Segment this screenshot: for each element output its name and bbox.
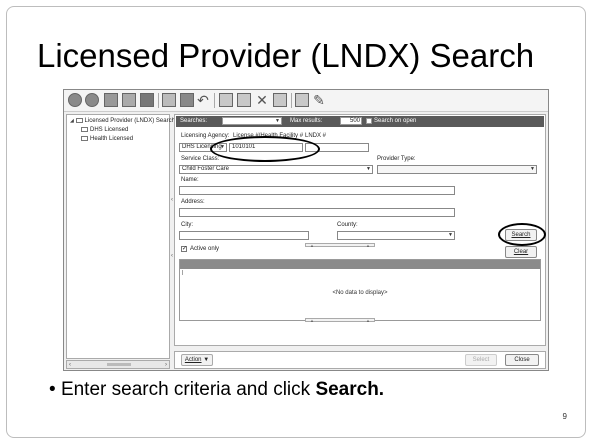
person-icon[interactable] [140, 93, 154, 107]
slide: Licensed Provider (LNDX) Search ↶ ✕ ✎ ◢ [6, 6, 586, 438]
save-icon[interactable] [237, 93, 251, 107]
refresh-icon[interactable] [122, 93, 136, 107]
service-class-label: Service Class: [181, 156, 220, 162]
print-icon[interactable] [219, 93, 233, 107]
name-label: Name: [181, 177, 199, 183]
lower-splitter[interactable]: ▲ ▲ [305, 318, 375, 323]
application-screenshot: ↶ ✕ ✎ ◢ Licensed Provider (LNDX) Search … [63, 89, 549, 371]
city-input[interactable] [179, 231, 309, 240]
folder-icon[interactable] [104, 93, 118, 107]
lndx-label: LNDX # [305, 133, 327, 139]
chevron-down-icon: ▼ [275, 118, 280, 124]
chevron-down-icon: ▼ [448, 232, 453, 238]
calculator-icon[interactable] [295, 93, 309, 107]
folder-icon [81, 136, 88, 141]
scroll-left-icon[interactable]: ‹ [69, 362, 71, 368]
upper-splitter[interactable]: ▲ ▲ [305, 243, 375, 248]
close-button[interactable]: Close [505, 354, 539, 366]
service-class-dropdown[interactable]: Child Foster Care ▼ [179, 165, 373, 174]
action-button[interactable]: Action ▼ [181, 354, 213, 366]
footer-bar: Action ▼ Select Close [174, 351, 546, 369]
max-results-input[interactable]: 500 [340, 117, 362, 125]
slide-title: Licensed Provider (LNDX) Search [37, 37, 535, 74]
page-number: 9 [562, 412, 567, 421]
forward-icon[interactable] [85, 93, 99, 107]
address-input[interactable] [179, 208, 455, 217]
chevron-down-icon: ▼ [366, 166, 371, 172]
tree-item-dhs-licensed[interactable]: DHS Licensed [81, 127, 128, 133]
scroll-right-icon[interactable]: › [165, 362, 167, 368]
tree-item-health-licensed[interactable]: Health Licensed [81, 136, 133, 142]
document-icon[interactable] [162, 93, 176, 107]
instruction-bullet: • Enter search criteria and click Search… [49, 379, 385, 400]
navigation-tree: ◢ Licensed Provider (LNDX) Search DHS Li… [66, 114, 175, 359]
name-input[interactable] [179, 186, 455, 195]
row-indicator: | [182, 270, 184, 276]
active-only-label: Active only [190, 246, 220, 252]
results-grid-header [180, 260, 540, 269]
pin-icon[interactable]: ✎ [312, 93, 326, 107]
provider-type-dropdown[interactable]: ▼ [377, 165, 537, 174]
searches-dropdown[interactable]: ▼ [222, 117, 282, 125]
collapse-left-icon-2[interactable]: ‹ [171, 253, 173, 259]
provider-type-label: Provider Type: [377, 156, 416, 162]
folder-icon [75, 118, 83, 123]
tree-scrollbar[interactable]: ‹ › [66, 360, 170, 369]
collapse-left-icon[interactable]: ‹ [171, 197, 173, 203]
address-label: Address: [181, 199, 205, 205]
expand-icon[interactable]: ◢ [70, 118, 74, 124]
toolbar: ↶ ✕ ✎ [64, 90, 548, 112]
active-only-checkbox[interactable]: ✓ [181, 246, 187, 252]
search-header-bar: Searches: ▼ Max results: 500 Search on o… [176, 116, 544, 127]
folder-icon [81, 127, 88, 132]
clear-button[interactable]: Clear [505, 246, 537, 258]
county-dropdown[interactable]: ▼ [337, 231, 455, 240]
select-button[interactable]: Select [465, 354, 497, 366]
undo-icon[interactable]: ↶ [196, 93, 210, 107]
search-on-open-label: Search on open [374, 118, 417, 124]
grid-icon[interactable] [180, 93, 194, 107]
results-grid: | <No data to display> [179, 259, 541, 321]
highlight-oval [210, 136, 320, 162]
search-highlight-oval [498, 223, 546, 246]
edit-icon[interactable] [273, 93, 287, 107]
county-label: County: [337, 222, 358, 228]
city-label: City: [181, 222, 193, 228]
back-icon[interactable] [68, 93, 82, 107]
search-on-open-checkbox[interactable] [366, 118, 372, 124]
max-results-label: Max results: [290, 118, 323, 124]
searches-label: Searches: [180, 118, 208, 124]
licensing-agency-label: Licensing Agency: [181, 133, 230, 139]
search-panel: Searches: ▼ Max results: 500 Search on o… [171, 114, 546, 346]
no-data-message: <No data to display> [332, 290, 388, 296]
delete-icon[interactable]: ✕ [255, 93, 269, 107]
tree-root[interactable]: ◢ Licensed Provider (LNDX) Search [70, 118, 175, 124]
chevron-down-icon: ▼ [530, 166, 535, 172]
